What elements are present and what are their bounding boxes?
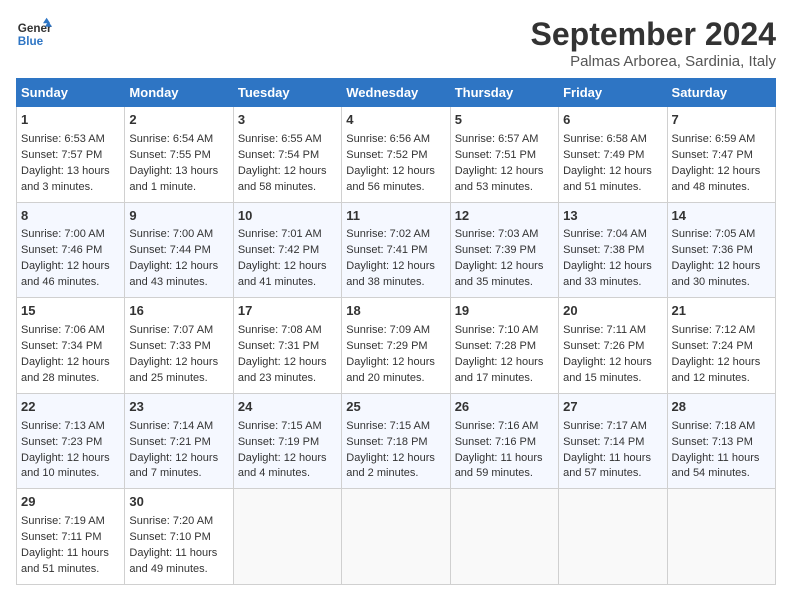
col-monday: Monday	[125, 79, 233, 107]
title-area: September 2024 Palmas Arborea, Sardinia,…	[531, 16, 776, 70]
calendar-cell: 24Sunrise: 7:15 AMSunset: 7:19 PMDayligh…	[233, 393, 341, 489]
day-number: 18	[346, 302, 445, 321]
day-number: 17	[238, 302, 337, 321]
col-tuesday: Tuesday	[233, 79, 341, 107]
calendar-cell: 10Sunrise: 7:01 AMSunset: 7:42 PMDayligh…	[233, 202, 341, 298]
day-number: 19	[455, 302, 554, 321]
logo: General Blue	[16, 16, 52, 52]
calendar-cell: 12Sunrise: 7:03 AMSunset: 7:39 PMDayligh…	[450, 202, 558, 298]
svg-text:Blue: Blue	[18, 35, 44, 48]
calendar-cell: 25Sunrise: 7:15 AMSunset: 7:18 PMDayligh…	[342, 393, 450, 489]
calendar-cell: 3Sunrise: 6:55 AMSunset: 7:54 PMDaylight…	[233, 107, 341, 203]
week-row-2: 8Sunrise: 7:00 AMSunset: 7:46 PMDaylight…	[17, 202, 776, 298]
day-number: 13	[563, 207, 662, 226]
day-number: 14	[672, 207, 771, 226]
calendar-cell: 21Sunrise: 7:12 AMSunset: 7:24 PMDayligh…	[667, 298, 775, 394]
month-title: September 2024	[531, 16, 776, 53]
calendar-cell: 26Sunrise: 7:16 AMSunset: 7:16 PMDayligh…	[450, 393, 558, 489]
calendar-cell: 15Sunrise: 7:06 AMSunset: 7:34 PMDayligh…	[17, 298, 125, 394]
calendar-cell: 20Sunrise: 7:11 AMSunset: 7:26 PMDayligh…	[559, 298, 667, 394]
calendar-cell: 17Sunrise: 7:08 AMSunset: 7:31 PMDayligh…	[233, 298, 341, 394]
day-number: 15	[21, 302, 120, 321]
day-number: 20	[563, 302, 662, 321]
calendar-cell: 6Sunrise: 6:58 AMSunset: 7:49 PMDaylight…	[559, 107, 667, 203]
calendar-cell: 5Sunrise: 6:57 AMSunset: 7:51 PMDaylight…	[450, 107, 558, 203]
day-number: 29	[21, 493, 120, 512]
calendar-cell: 1Sunrise: 6:53 AMSunset: 7:57 PMDaylight…	[17, 107, 125, 203]
calendar-cell	[559, 489, 667, 585]
calendar-cell: 9Sunrise: 7:00 AMSunset: 7:44 PMDaylight…	[125, 202, 233, 298]
day-number: 6	[563, 111, 662, 130]
header: General Blue September 2024 Palmas Arbor…	[16, 16, 776, 70]
week-row-1: 1Sunrise: 6:53 AMSunset: 7:57 PMDaylight…	[17, 107, 776, 203]
day-number: 22	[21, 398, 120, 417]
col-friday: Friday	[559, 79, 667, 107]
day-number: 8	[21, 207, 120, 226]
calendar-cell: 22Sunrise: 7:13 AMSunset: 7:23 PMDayligh…	[17, 393, 125, 489]
day-number: 28	[672, 398, 771, 417]
col-thursday: Thursday	[450, 79, 558, 107]
day-number: 12	[455, 207, 554, 226]
calendar-cell: 19Sunrise: 7:10 AMSunset: 7:28 PMDayligh…	[450, 298, 558, 394]
calendar-cell: 4Sunrise: 6:56 AMSunset: 7:52 PMDaylight…	[342, 107, 450, 203]
calendar-cell: 2Sunrise: 6:54 AMSunset: 7:55 PMDaylight…	[125, 107, 233, 203]
day-number: 30	[129, 493, 228, 512]
day-number: 2	[129, 111, 228, 130]
location-title: Palmas Arborea, Sardinia, Italy	[531, 53, 776, 70]
logo-icon: General Blue	[16, 16, 52, 52]
day-number: 26	[455, 398, 554, 417]
calendar-cell: 13Sunrise: 7:04 AMSunset: 7:38 PMDayligh…	[559, 202, 667, 298]
col-sunday: Sunday	[17, 79, 125, 107]
calendar-cell: 29Sunrise: 7:19 AMSunset: 7:11 PMDayligh…	[17, 489, 125, 585]
week-row-3: 15Sunrise: 7:06 AMSunset: 7:34 PMDayligh…	[17, 298, 776, 394]
day-number: 16	[129, 302, 228, 321]
col-saturday: Saturday	[667, 79, 775, 107]
day-number: 24	[238, 398, 337, 417]
calendar-cell: 7Sunrise: 6:59 AMSunset: 7:47 PMDaylight…	[667, 107, 775, 203]
calendar-cell: 16Sunrise: 7:07 AMSunset: 7:33 PMDayligh…	[125, 298, 233, 394]
calendar-cell: 30Sunrise: 7:20 AMSunset: 7:10 PMDayligh…	[125, 489, 233, 585]
day-number: 10	[238, 207, 337, 226]
col-wednesday: Wednesday	[342, 79, 450, 107]
day-number: 1	[21, 111, 120, 130]
calendar-cell: 14Sunrise: 7:05 AMSunset: 7:36 PMDayligh…	[667, 202, 775, 298]
day-number: 7	[672, 111, 771, 130]
day-number: 11	[346, 207, 445, 226]
day-number: 25	[346, 398, 445, 417]
calendar-cell	[450, 489, 558, 585]
calendar-cell: 11Sunrise: 7:02 AMSunset: 7:41 PMDayligh…	[342, 202, 450, 298]
day-number: 4	[346, 111, 445, 130]
day-number: 27	[563, 398, 662, 417]
day-number: 5	[455, 111, 554, 130]
calendar-cell	[667, 489, 775, 585]
week-row-5: 29Sunrise: 7:19 AMSunset: 7:11 PMDayligh…	[17, 489, 776, 585]
day-number: 3	[238, 111, 337, 130]
calendar-cell: 27Sunrise: 7:17 AMSunset: 7:14 PMDayligh…	[559, 393, 667, 489]
day-number: 23	[129, 398, 228, 417]
calendar-cell: 8Sunrise: 7:00 AMSunset: 7:46 PMDaylight…	[17, 202, 125, 298]
calendar-cell	[233, 489, 341, 585]
calendar-cell: 18Sunrise: 7:09 AMSunset: 7:29 PMDayligh…	[342, 298, 450, 394]
calendar-table: SundayMondayTuesdayWednesdayThursdayFrid…	[16, 78, 776, 585]
day-number: 9	[129, 207, 228, 226]
calendar-cell	[342, 489, 450, 585]
header-row: SundayMondayTuesdayWednesdayThursdayFrid…	[17, 79, 776, 107]
calendar-cell: 28Sunrise: 7:18 AMSunset: 7:13 PMDayligh…	[667, 393, 775, 489]
day-number: 21	[672, 302, 771, 321]
calendar-cell: 23Sunrise: 7:14 AMSunset: 7:21 PMDayligh…	[125, 393, 233, 489]
week-row-4: 22Sunrise: 7:13 AMSunset: 7:23 PMDayligh…	[17, 393, 776, 489]
